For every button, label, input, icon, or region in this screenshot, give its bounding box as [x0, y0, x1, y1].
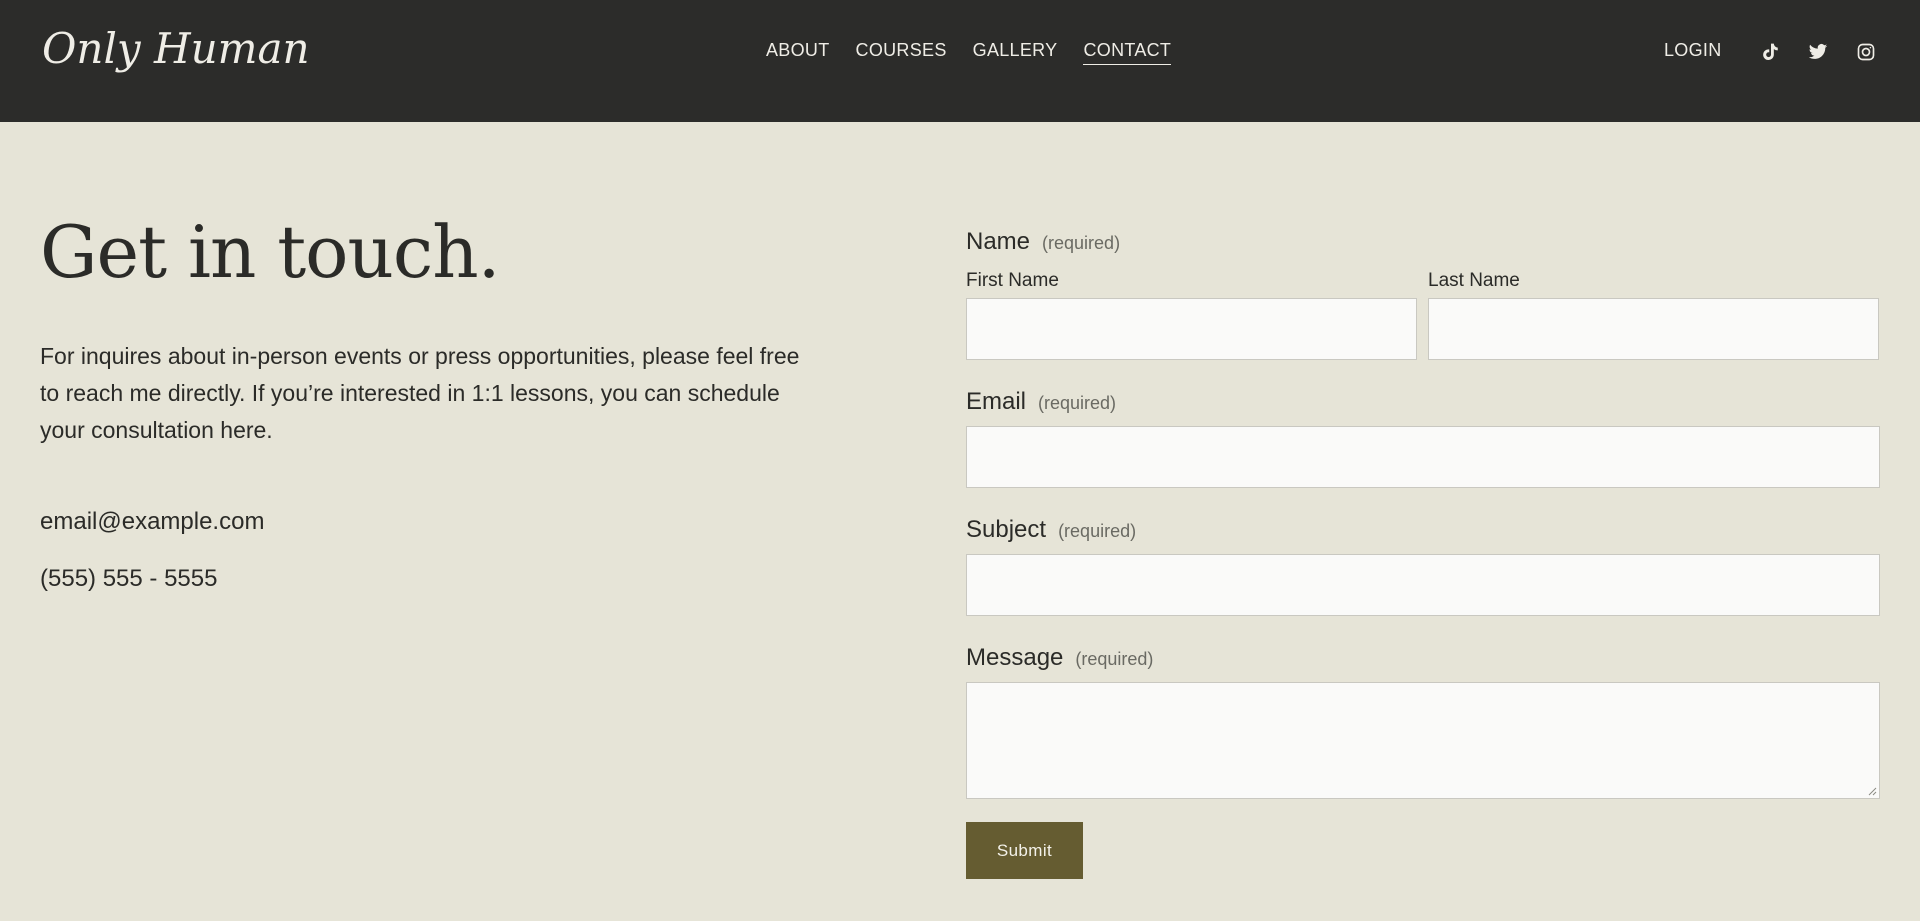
site-header: Only Human ABOUT COURSES GALLERY CONTACT… [0, 0, 1920, 122]
name-label-row: Name (required) [966, 228, 1880, 256]
message-label-row: Message (required) [966, 644, 1880, 672]
nav-item-about[interactable]: ABOUT [766, 40, 830, 65]
twitter-icon[interactable] [1808, 42, 1828, 62]
name-inputs-row: First Name Last Name [966, 270, 1880, 360]
contact-form: Name (required) First Name Last Name Ema… [966, 228, 1880, 879]
email-label: Email [966, 388, 1027, 415]
submit-button[interactable]: Submit [966, 822, 1083, 879]
name-label: Name [966, 228, 1031, 255]
message-field-group: Message (required) [966, 644, 1880, 799]
subject-input[interactable] [966, 554, 1880, 616]
email-input[interactable] [966, 426, 1880, 488]
first-name-column: First Name [966, 270, 1417, 360]
name-field-group: Name (required) First Name Last Name [966, 228, 1880, 360]
subject-field-group: Subject (required) [966, 516, 1880, 616]
intro-paragraph: For inquires about in-person events or p… [40, 343, 800, 443]
contact-phone[interactable]: (555) 555 - 5555 [40, 565, 217, 593]
email-field-group: Email (required) [966, 388, 1880, 488]
last-name-label: Last Name [1428, 270, 1520, 291]
required-note: (required) [1042, 233, 1121, 253]
first-name-input[interactable] [966, 298, 1417, 360]
subject-label: Subject [966, 516, 1047, 543]
nav-item-courses[interactable]: COURSES [856, 40, 947, 65]
message-textarea[interactable] [966, 682, 1880, 799]
contact-email[interactable]: email@example.com [40, 508, 264, 536]
first-name-label: First Name [966, 270, 1059, 291]
nav-item-contact[interactable]: CONTACT [1083, 40, 1172, 65]
resize-grip-icon[interactable] [1867, 786, 1877, 796]
main-nav: ABOUT COURSES GALLERY CONTACT [766, 40, 1197, 65]
required-note: (required) [1038, 393, 1117, 413]
required-note: (required) [1058, 521, 1137, 541]
last-name-input[interactable] [1428, 298, 1879, 360]
page-title: Get in touch. [40, 210, 500, 294]
tiktok-icon[interactable] [1760, 42, 1780, 62]
site-logo[interactable]: Only Human [42, 24, 310, 73]
required-note: (required) [1075, 649, 1154, 669]
message-label: Message [966, 644, 1064, 671]
instagram-icon[interactable] [1856, 42, 1876, 62]
last-name-column: Last Name [1428, 270, 1879, 360]
subject-label-row: Subject (required) [966, 516, 1880, 544]
nav-item-gallery[interactable]: GALLERY [973, 40, 1058, 65]
login-link[interactable]: LOGIN [1664, 40, 1722, 61]
email-label-row: Email (required) [966, 388, 1880, 416]
